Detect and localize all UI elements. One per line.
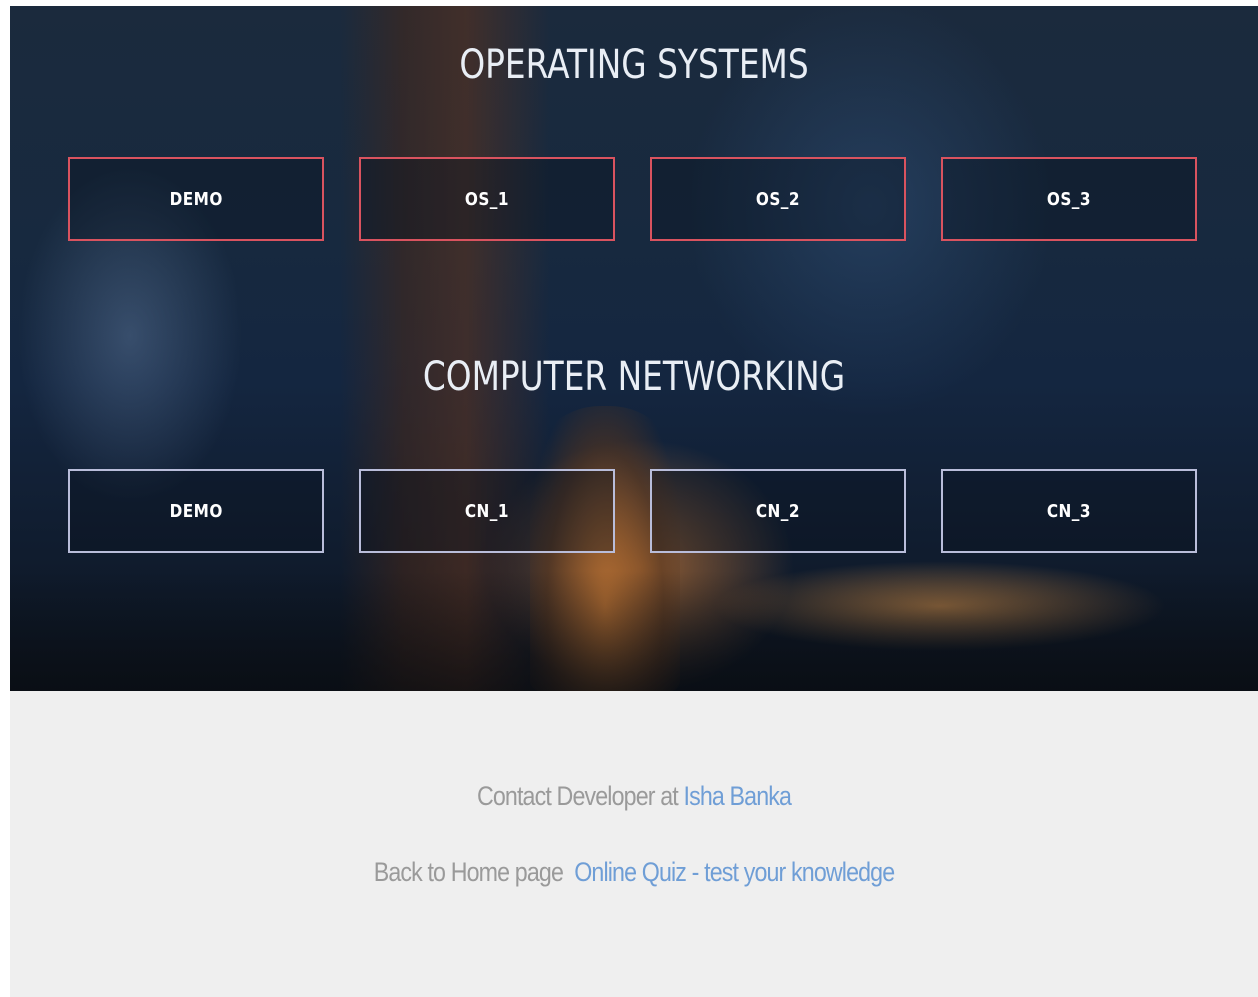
cn-section-title: COMPUTER NETWORKING — [422, 354, 846, 400]
cn-1-button[interactable]: CN_1 — [359, 469, 615, 553]
os-2-button-label: OS_2 — [755, 188, 801, 210]
contact-line: Contact Developer at Isha Banka — [97, 781, 1170, 812]
navigation-line: Back to Home page Online Quiz - test you… — [97, 857, 1170, 888]
os-section-title: OPERATING SYSTEMS — [459, 42, 809, 88]
cn-2-button[interactable]: CN_2 — [650, 469, 906, 553]
cn-3-button-label: CN_3 — [1046, 500, 1092, 522]
os-3-button-label: OS_3 — [1046, 188, 1092, 210]
os-demo-button-label: DEMO — [169, 188, 223, 210]
cn-demo-button-label: DEMO — [169, 500, 223, 522]
footer: Contact Developer at Isha Banka Back to … — [10, 691, 1258, 997]
hero-background-photo: OPERATING SYSTEMS DEMO OS_1 OS_2 OS_3 CO… — [10, 6, 1258, 691]
developer-link[interactable]: Isha Banka — [683, 781, 791, 811]
os-1-button[interactable]: OS_1 — [359, 157, 615, 241]
page: OPERATING SYSTEMS DEMO OS_1 OS_2 OS_3 CO… — [0, 0, 1258, 997]
cn-3-button[interactable]: CN_3 — [941, 469, 1197, 553]
contact-text: Contact Developer at — [476, 781, 679, 811]
os-2-button[interactable]: OS_2 — [650, 157, 906, 241]
cn-demo-button[interactable]: DEMO — [68, 469, 324, 553]
os-3-button[interactable]: OS_3 — [941, 157, 1197, 241]
cn-2-button-label: CN_2 — [755, 500, 801, 522]
os-demo-button[interactable]: DEMO — [68, 157, 324, 241]
cn-1-button-label: CN_1 — [464, 500, 510, 522]
os-1-button-label: OS_1 — [464, 188, 510, 210]
home-page-text: Back to Home page — [373, 857, 564, 887]
online-quiz-link[interactable]: Online Quiz - test your knowledge — [574, 857, 895, 887]
ground-shadow-decoration — [10, 571, 1258, 691]
